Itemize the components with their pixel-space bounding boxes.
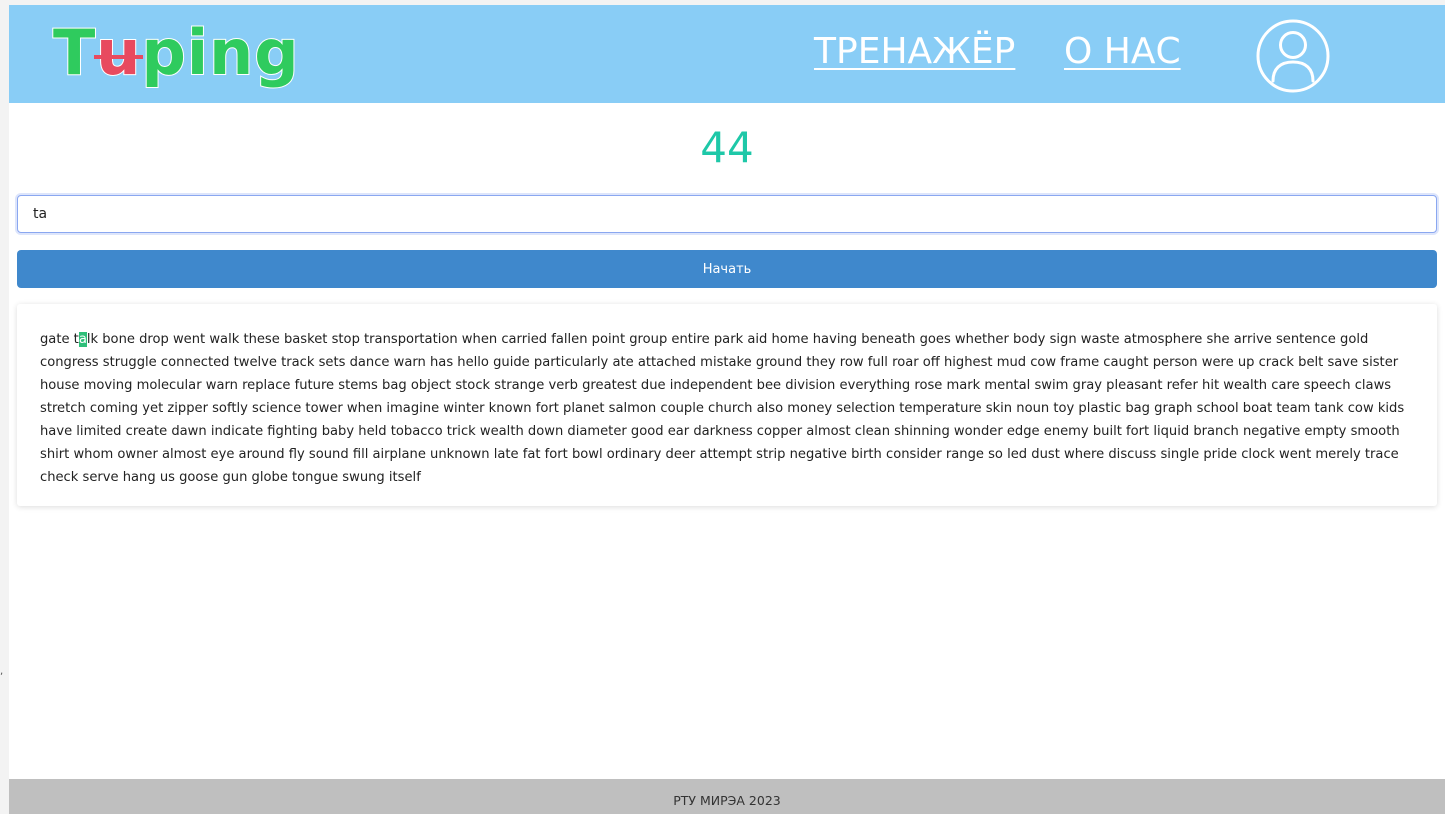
text-card: gate talk bone drop went walk these bask… bbox=[17, 304, 1437, 506]
header-bar: Tu ping ТРЕНАЖЁР О НАС bbox=[9, 5, 1445, 103]
site-logo[interactable]: Tu ping bbox=[52, 15, 300, 90]
remaining-text: lk bone drop went walk these basket stop… bbox=[40, 332, 1405, 485]
current-char-highlight: a bbox=[78, 332, 87, 347]
page: Tuping ТРЕНАЖЁР О НАС 44 Начать gate tal… bbox=[9, 5, 1445, 814]
start-button[interactable]: Начать bbox=[17, 250, 1437, 288]
footer-copyright: РТУ МИРЭА 2023 bbox=[673, 793, 781, 808]
logo-part-t: T bbox=[52, 15, 97, 90]
typed-text: gate t bbox=[40, 332, 79, 347]
user-circle-icon[interactable] bbox=[1256, 19, 1330, 93]
logo-part-u: u bbox=[94, 15, 144, 90]
practice-text: gate talk bone drop went walk these bask… bbox=[40, 328, 1415, 489]
nav-link-about[interactable]: О НАС bbox=[1064, 31, 1181, 72]
logo-part-ping: ping bbox=[140, 15, 300, 90]
typing-counter: 44 bbox=[700, 123, 754, 172]
stray-mark: , bbox=[0, 666, 4, 677]
nav-link-trainer[interactable]: ТРЕНАЖЁР bbox=[814, 31, 1015, 72]
footer: РТУ МИРЭА 2023 bbox=[9, 779, 1445, 814]
typing-input[interactable] bbox=[17, 195, 1437, 233]
